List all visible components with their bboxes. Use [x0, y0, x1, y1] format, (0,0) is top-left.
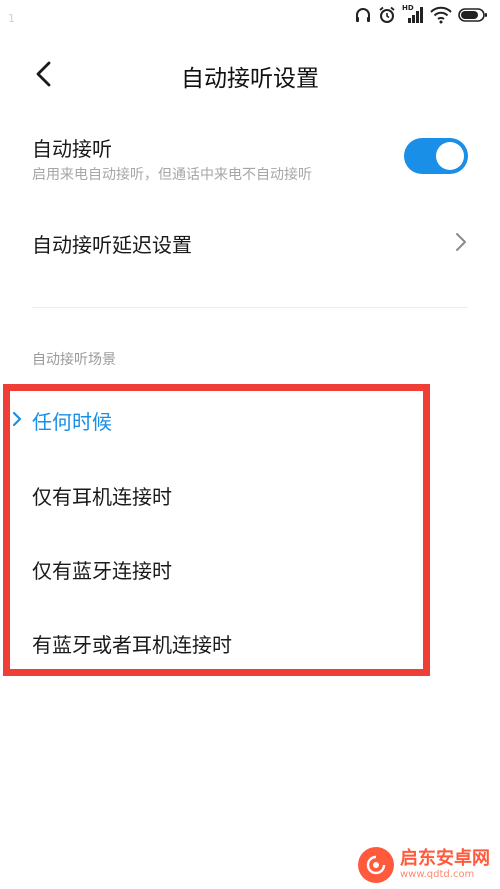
status-icons: HD: [354, 4, 488, 24]
option-label: 有蓝牙或者耳机连接时: [32, 633, 232, 657]
auto-answer-subtitle: 启用来电自动接听，但通话中来电不自动接听: [32, 167, 312, 183]
option-label: 仅有蓝牙连接时: [32, 559, 172, 583]
settings-screen: 1 HD 自动接听设置 自动接听 启用来电自动接听，但通话中来电不自动接听 自动…: [0, 0, 500, 889]
option-label: 任何时候: [32, 410, 112, 434]
watermark-logo-icon: [358, 847, 394, 883]
scenario-option-bluetooth-only[interactable]: 仅有蓝牙连接时: [0, 538, 500, 598]
headphones-icon: [356, 8, 370, 22]
scenario-option-headset-only[interactable]: 仅有耳机连接时: [0, 464, 500, 524]
toggle-knob: [436, 142, 464, 170]
delay-settings-title: 自动接听延迟设置: [32, 233, 192, 257]
signal-indicator: HD: [402, 4, 424, 24]
page-title: 自动接听设置: [181, 66, 319, 92]
selected-chevron-icon: [12, 411, 22, 427]
signal-icon: [408, 7, 423, 23]
option-label: 仅有耳机连接时: [32, 485, 172, 509]
auto-answer-toggle[interactable]: [404, 138, 468, 174]
delay-settings-row[interactable]: 自动接听延迟设置: [0, 216, 500, 268]
divider: [32, 307, 468, 308]
scenario-section-label: 自动接听场景: [32, 352, 116, 368]
status-left-indicator: 1: [8, 12, 15, 25]
scenario-option-anytime[interactable]: 任何时候: [0, 390, 500, 450]
alarm-icon: [379, 6, 395, 23]
watermark-text: 启东安卓网 www.qdtd.com: [400, 849, 490, 881]
battery-icon: [458, 8, 487, 22]
header: 自动接听设置: [0, 46, 500, 102]
watermark: 启东安卓网 www.qdtd.com: [358, 847, 490, 883]
watermark-sub-text: www.qdtd.com: [400, 869, 475, 880]
watermark-main-text: 启东安卓网: [400, 848, 490, 869]
wifi-icon: [430, 6, 452, 24]
status-bar: 1 HD: [0, 0, 500, 34]
chevron-right-icon: [456, 233, 466, 251]
auto-answer-title: 自动接听: [32, 137, 112, 161]
scenario-option-bluetooth-or-headset[interactable]: 有蓝牙或者耳机连接时: [0, 612, 500, 672]
